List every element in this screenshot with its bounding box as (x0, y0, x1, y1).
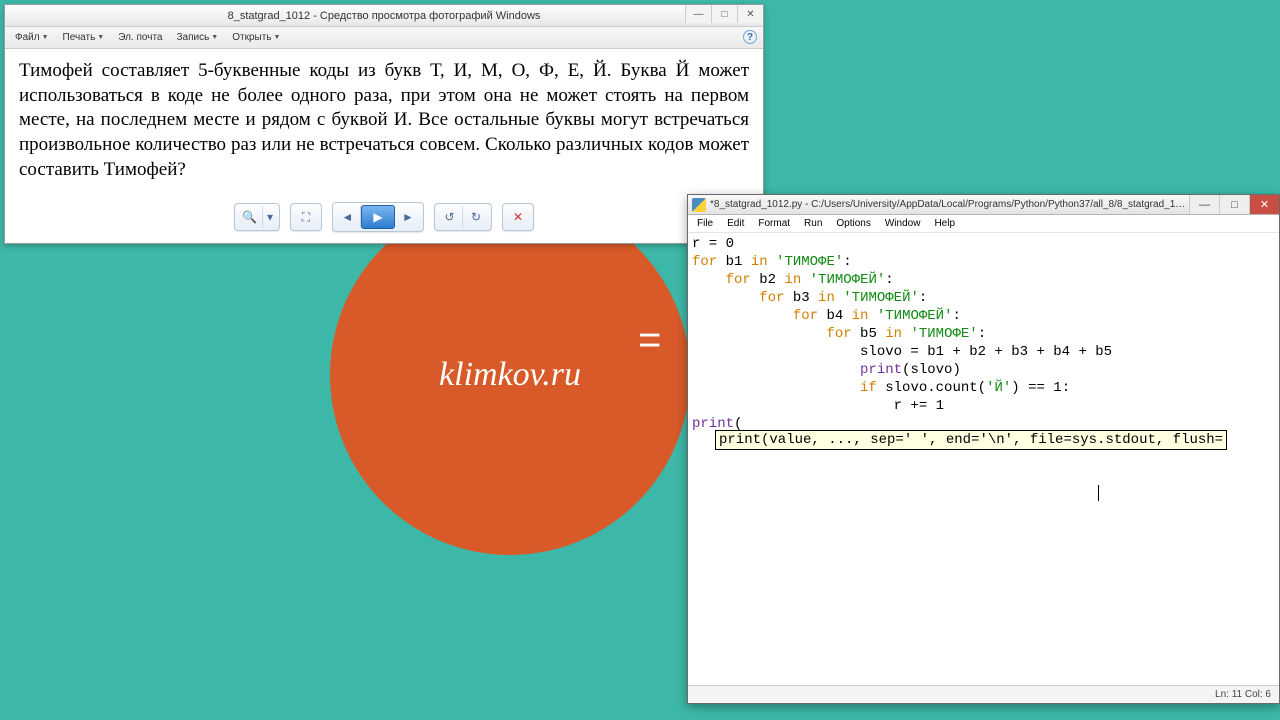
idle-menubar: File Edit Format Run Options Window Help (688, 215, 1279, 233)
pv-menu-file[interactable]: Файл▼ (9, 30, 55, 45)
pv-image-text: Тимофей составляет 5-буквенные коды из б… (5, 49, 763, 197)
pv-menu-print[interactable]: Печать▼ (57, 30, 111, 45)
next-button[interactable]: ► (395, 206, 421, 228)
pv-min-button[interactable]: — (685, 5, 711, 23)
pv-menu-email[interactable]: Эл. почта (112, 30, 168, 45)
idle-titlebar[interactable]: *8_statgrad_1012.py - C:/Users/Universit… (688, 195, 1279, 215)
idle-window: *8_statgrad_1012.py - C:/Users/Universit… (687, 194, 1280, 704)
idle-close-button[interactable]: ✕ (1249, 195, 1279, 214)
rotate-ccw-button[interactable]: ↺ (437, 206, 463, 228)
fit-icon[interactable]: ⛶ (293, 206, 319, 228)
rotate-cw-button[interactable]: ↻ (463, 206, 489, 228)
equals-sign: = (638, 318, 661, 363)
logo-text: klimkov.ru (439, 356, 581, 394)
idle-max-button[interactable]: □ (1219, 195, 1249, 214)
idle-menu-edit[interactable]: Edit (720, 217, 751, 230)
pv-menu-open[interactable]: Открыть▼ (226, 30, 286, 45)
idle-menu-run[interactable]: Run (797, 217, 829, 230)
pv-close-button[interactable]: ✕ (737, 5, 763, 23)
idle-menu-file[interactable]: File (690, 217, 720, 230)
pv-menu-burn[interactable]: Запись▼ (170, 30, 224, 45)
idle-min-button[interactable]: — (1189, 195, 1219, 214)
idle-menu-format[interactable]: Format (751, 217, 797, 230)
slideshow-button[interactable]: ▶ (361, 205, 395, 229)
pv-titlebar[interactable]: 8_statgrad_1012 - Средство просмотра фот… (5, 5, 763, 27)
idle-title: *8_statgrad_1012.py - C:/Users/Universit… (710, 199, 1189, 210)
idle-menu-options[interactable]: Options (829, 217, 877, 230)
pv-help-button[interactable]: ? (743, 30, 757, 44)
text-cursor (1098, 485, 1099, 501)
idle-menu-window[interactable]: Window (878, 217, 928, 230)
zoom-icon[interactable]: 🔍 (237, 206, 263, 228)
pv-toolbar: 🔍 ▾ ⛶ ◄ ▶ ► ↺ ↻ ✕ (5, 197, 763, 237)
pv-title: 8_statgrad_1012 - Средство просмотра фот… (5, 10, 763, 22)
pv-menubar: Файл▼ Печать▼ Эл. почта Запись▼ Открыть▼… (5, 27, 763, 49)
delete-button[interactable]: ✕ (505, 206, 531, 228)
pv-max-button[interactable]: □ (711, 5, 737, 23)
calltip-tooltip: print(value, ..., sep=' ', end='\n', fil… (715, 430, 1227, 450)
python-icon (692, 198, 706, 212)
idle-statusbar: Ln: 11 Col: 6 (688, 685, 1279, 703)
zoom-dropdown[interactable]: ▾ (263, 206, 277, 228)
prev-button[interactable]: ◄ (335, 206, 361, 228)
photo-viewer-window: 8_statgrad_1012 - Средство просмотра фот… (4, 4, 764, 244)
code-editor[interactable]: r = 0 for b1 in 'ТИМОФЕ': for b2 in 'ТИМ… (688, 233, 1279, 685)
logo-circle: klimkov.ru (330, 195, 690, 555)
idle-menu-help[interactable]: Help (927, 217, 962, 230)
